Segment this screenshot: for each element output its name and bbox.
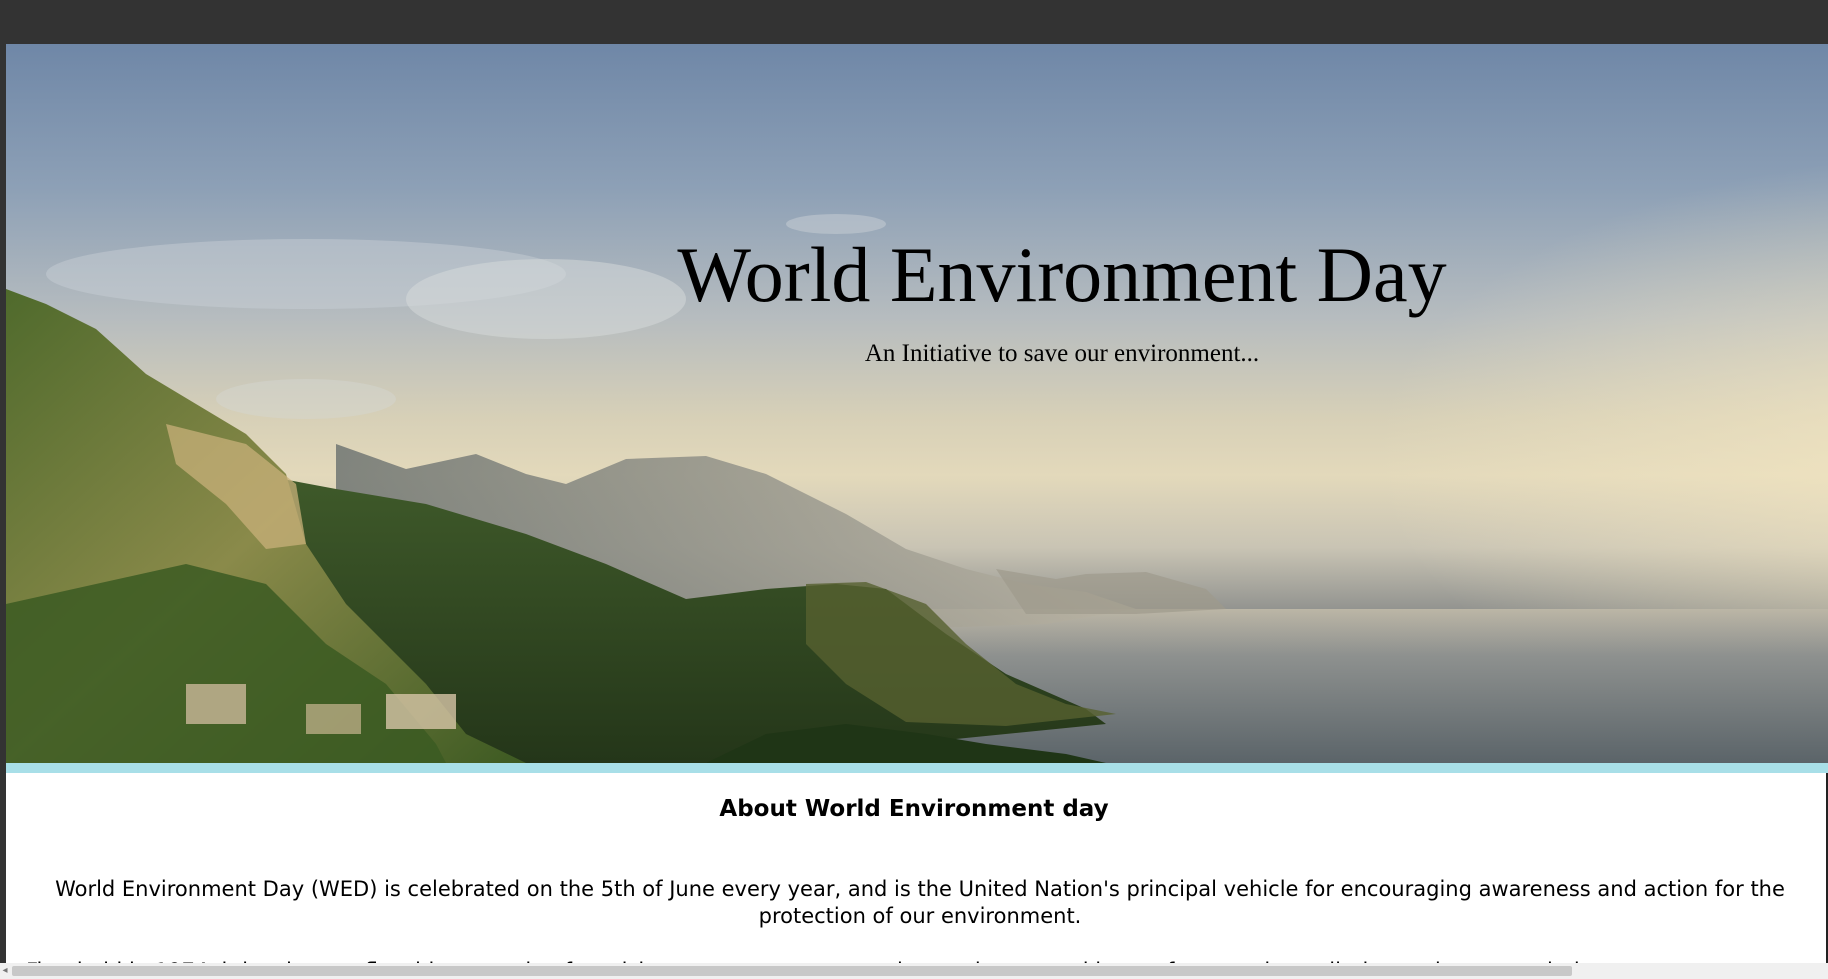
about-heading: About World Environment day [719,796,1109,822]
browser-top-bar [0,0,1828,44]
horizontal-scrollbar[interactable]: ◂ [0,963,1828,979]
about-paragraph: World Environment Day (WED) is celebrate… [55,877,1785,928]
hero-title: World Environment Day [677,231,1447,318]
hero-subtitle: An Initiative to save our environment... [864,340,1260,367]
hero-banner: World Environment Day An Initiative to s… [6,44,1828,763]
landscape-image [6,124,1828,763]
scroll-left-icon[interactable]: ◂ [0,963,10,979]
scrollbar-thumb[interactable] [12,966,1572,976]
accent-divider [6,763,1828,773]
page-viewport[interactable]: World Environment Day An Initiative to s… [6,44,1828,979]
